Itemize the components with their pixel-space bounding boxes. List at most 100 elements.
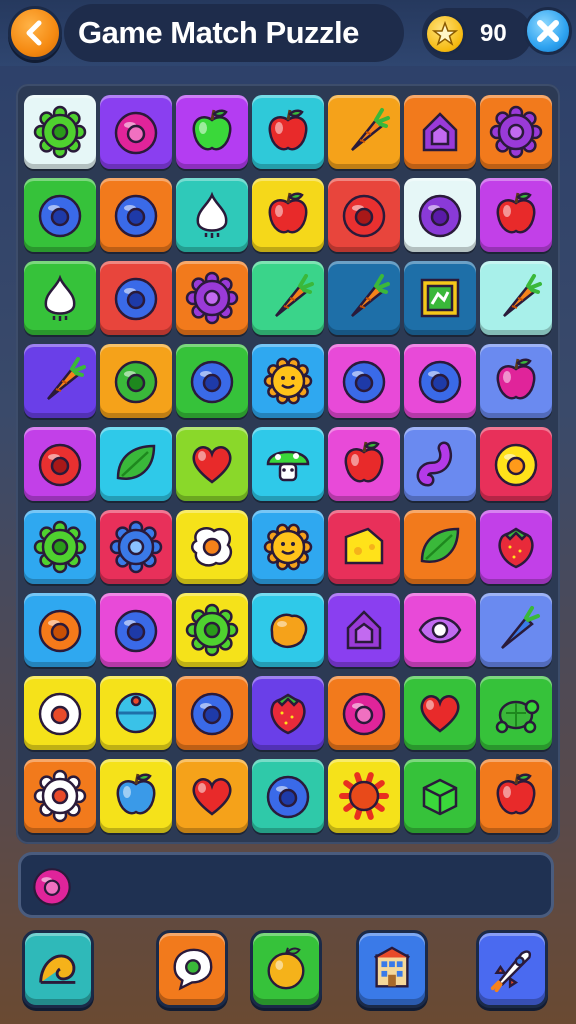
tile[interactable] xyxy=(480,759,552,834)
tile[interactable] xyxy=(480,676,552,751)
tile[interactable] xyxy=(404,510,476,585)
tile[interactable] xyxy=(24,676,96,751)
red-apple-icon xyxy=(268,192,308,234)
blue-ring-icon xyxy=(114,194,158,237)
tile[interactable] xyxy=(252,177,324,252)
tile[interactable] xyxy=(24,593,96,668)
back-button[interactable] xyxy=(8,6,62,60)
tile[interactable] xyxy=(24,177,96,252)
blue-gear-icon xyxy=(109,520,163,574)
tile[interactable] xyxy=(100,260,172,335)
tile-board xyxy=(16,84,560,844)
tile[interactable] xyxy=(480,343,552,418)
fruit-powerup[interactable] xyxy=(250,930,322,1008)
white-gear-icon xyxy=(33,770,87,823)
tile[interactable] xyxy=(404,427,476,501)
tile[interactable] xyxy=(404,343,476,418)
speech-powerup[interactable] xyxy=(156,930,228,1008)
tile[interactable] xyxy=(100,177,172,252)
blue-carrot-icon xyxy=(501,606,540,650)
tile[interactable] xyxy=(252,94,324,169)
tile[interactable] xyxy=(252,593,324,668)
tile[interactable] xyxy=(252,676,324,751)
fried-egg-icon xyxy=(191,527,233,567)
tile[interactable] xyxy=(176,427,248,501)
tile[interactable] xyxy=(404,260,476,335)
tile[interactable] xyxy=(176,177,248,252)
tile[interactable] xyxy=(24,343,96,418)
tile[interactable] xyxy=(480,260,552,335)
tile[interactable] xyxy=(176,676,248,751)
purple-gear-icon xyxy=(489,105,543,158)
tile[interactable] xyxy=(404,759,476,834)
tile[interactable] xyxy=(328,260,400,335)
close-button[interactable] xyxy=(524,7,572,55)
tile[interactable] xyxy=(252,510,324,585)
rocket-powerup[interactable] xyxy=(476,930,548,1008)
match-tray xyxy=(18,852,554,918)
red-heart-icon xyxy=(420,695,460,733)
tile[interactable] xyxy=(328,510,400,585)
tile[interactable] xyxy=(100,343,172,418)
tile[interactable] xyxy=(480,427,552,501)
framed-picture-icon xyxy=(420,278,460,318)
tile[interactable] xyxy=(100,759,172,834)
tile[interactable] xyxy=(328,177,400,252)
tile[interactable] xyxy=(328,593,400,668)
green-ring-icon xyxy=(114,360,158,404)
building-powerup[interactable] xyxy=(356,930,428,1008)
tile[interactable] xyxy=(176,593,248,668)
pink-ring-icon xyxy=(114,111,158,154)
snail-shell-icon xyxy=(39,954,76,984)
tile[interactable] xyxy=(480,94,552,169)
tile[interactable] xyxy=(176,510,248,585)
orange-fruit-icon xyxy=(267,947,305,990)
tile[interactable] xyxy=(100,676,172,751)
tile[interactable] xyxy=(24,427,96,501)
tile[interactable] xyxy=(100,427,172,501)
tile[interactable] xyxy=(176,260,248,335)
tile[interactable] xyxy=(328,759,400,834)
pink-ring-icon xyxy=(342,693,386,736)
tile[interactable] xyxy=(24,510,96,585)
sun-face-icon xyxy=(263,523,313,571)
red-sun-icon xyxy=(339,772,389,821)
tile[interactable] xyxy=(100,94,172,169)
red-apple-icon xyxy=(344,441,384,483)
tile[interactable] xyxy=(252,427,324,501)
tile[interactable] xyxy=(100,510,172,585)
blue-ring-icon xyxy=(342,360,386,404)
tile[interactable] xyxy=(176,759,248,834)
tile[interactable] xyxy=(24,759,96,834)
tile[interactable] xyxy=(480,510,552,585)
green-gear-icon xyxy=(185,603,239,657)
tile[interactable] xyxy=(252,343,324,418)
tile[interactable] xyxy=(404,593,476,668)
tile[interactable] xyxy=(404,177,476,252)
tile[interactable] xyxy=(328,427,400,501)
tile[interactable] xyxy=(404,676,476,751)
tile[interactable] xyxy=(480,177,552,252)
carrot-icon xyxy=(351,107,390,151)
blue-ring-icon xyxy=(114,277,158,321)
tile[interactable] xyxy=(328,676,400,751)
tile[interactable] xyxy=(176,343,248,418)
star-coin-icon xyxy=(424,13,466,55)
shell-powerup[interactable] xyxy=(22,930,94,1008)
tile[interactable] xyxy=(176,94,248,169)
tile[interactable] xyxy=(252,759,324,834)
tile[interactable] xyxy=(480,593,552,668)
tile[interactable] xyxy=(404,94,476,169)
tile[interactable] xyxy=(24,260,96,335)
purple-house-icon xyxy=(346,610,382,650)
carrot-icon xyxy=(275,273,314,317)
tile[interactable] xyxy=(252,260,324,335)
orange-ring-icon xyxy=(38,609,82,653)
strawberry-icon xyxy=(270,693,306,735)
purple-ring-icon xyxy=(418,194,462,237)
red-ring-icon xyxy=(342,194,386,237)
tile[interactable] xyxy=(100,593,172,668)
tile[interactable] xyxy=(328,94,400,169)
tile[interactable] xyxy=(24,94,96,169)
tile[interactable] xyxy=(328,343,400,418)
